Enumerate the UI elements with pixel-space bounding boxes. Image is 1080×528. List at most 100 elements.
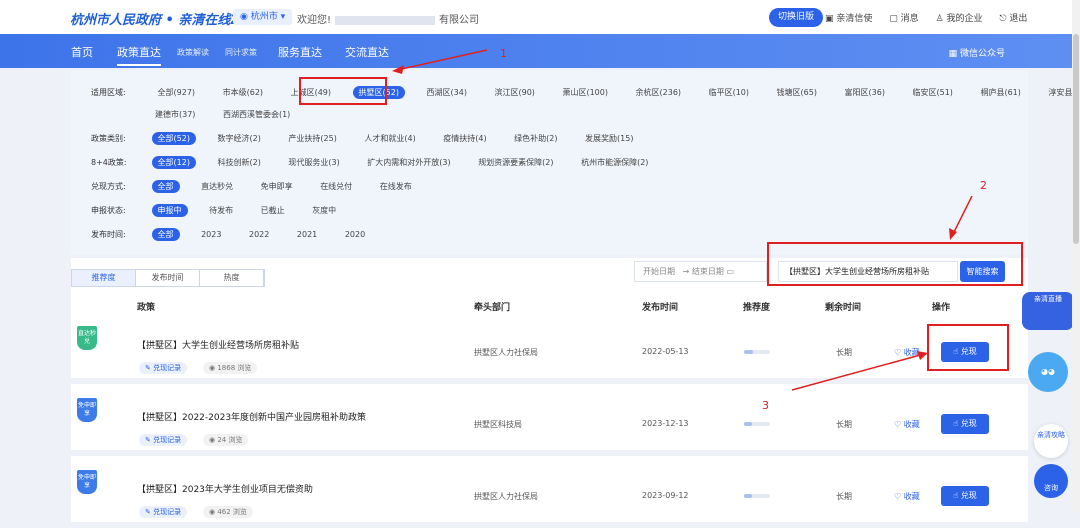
policy84-option-selected[interactable]: 全部(12)	[151, 156, 196, 169]
table-row: 免申即享 【拱墅区】2023年大学生创业项目无偿资助 ✎ 兑现记录 ◉ 462 …	[71, 464, 1028, 528]
wechat-account-link[interactable]: ▦ 微信公众号	[949, 46, 1005, 59]
message-link[interactable]: ▢ 消息	[889, 14, 918, 24]
region-label: 适用区域:	[91, 88, 126, 97]
region-option[interactable]: 临安区(51)	[906, 86, 958, 99]
method-option[interactable]: 在线兑付	[314, 180, 358, 193]
favorite-button[interactable]: ♡ 收藏	[894, 491, 920, 502]
time-label: 发布时间:	[91, 230, 126, 239]
start-date[interactable]: 开始日期	[643, 267, 675, 276]
status-option[interactable]: 灰度中	[306, 204, 342, 217]
category-option[interactable]: 发展奖励(15)	[579, 132, 639, 145]
robot-assistant-icon[interactable]: ◕◕	[1028, 352, 1068, 392]
city-selector[interactable]: ◉ 杭州市 ▾	[233, 9, 293, 25]
region-option[interactable]: 建德市(37)	[149, 108, 201, 121]
views-chip: ◉ 462 浏览	[203, 506, 253, 518]
policy84-filter: 8+4政策: 全部(12) 科技创新(2) 现代服务业(3) 扩大内需和对外开放…	[91, 156, 667, 169]
annotation-box-1	[299, 77, 387, 105]
region-option[interactable]: 桐庐县(61)	[974, 86, 1026, 99]
record-chip[interactable]: ✎ 兑现记录	[139, 506, 188, 518]
redacted-name	[335, 15, 436, 25]
switch-old-version-button[interactable]: 切换旧版	[769, 8, 824, 27]
record-chip[interactable]: ✎ 兑现记录	[139, 434, 188, 446]
policy-title[interactable]: 【拱墅区】2022-2023年度创新中国产业园房租补助政策	[137, 410, 366, 423]
region-option[interactable]: 西湖西溪管委会(1)	[217, 108, 296, 121]
remain-cell: 长期	[836, 492, 852, 501]
region-option[interactable]: 滨江区(90)	[488, 86, 540, 99]
redeem-button[interactable]: ☝ 兑现	[941, 414, 989, 434]
messenger-link[interactable]: ▣ 亲清信使	[825, 14, 872, 24]
nav-service-direct[interactable]: 服务直达	[278, 44, 322, 60]
tab-popularity[interactable]: 热度	[200, 270, 264, 286]
recommend-fill	[744, 422, 752, 426]
logout-link[interactable]: ⎋ 退出	[999, 14, 1027, 24]
tab-recommend[interactable]: 推荐度	[72, 270, 136, 286]
end-date[interactable]: 结束日期	[692, 267, 724, 276]
region-option[interactable]: 西湖区(34)	[421, 86, 473, 99]
policy84-option[interactable]: 科技创新(2)	[212, 156, 267, 169]
region-filter-row2: 建德市(37) 西湖西溪管委会(1)	[149, 108, 309, 121]
category-option[interactable]: 人才和就业(4)	[358, 132, 421, 145]
category-label: 政策类别:	[91, 134, 126, 143]
live-stream-widget[interactable]: 亲清直播	[1022, 292, 1074, 330]
status-option[interactable]: 已截止	[255, 204, 291, 217]
nav-policy-request[interactable]: 同计求策	[225, 47, 257, 58]
scrollbar[interactable]	[1072, 0, 1080, 512]
region-option[interactable]: 富阳区(36)	[839, 86, 891, 99]
nav-policy-interpretation[interactable]: 政策解读	[177, 47, 209, 58]
method-option-selected[interactable]: 全部	[151, 180, 180, 193]
region-option[interactable]: 萧山区(100)	[556, 86, 614, 99]
status-option-selected[interactable]: 申报中	[151, 204, 188, 217]
region-option[interactable]: 钱塘区(65)	[771, 86, 823, 99]
heart-icon: ♡	[894, 420, 902, 429]
col-remaining: 剩余时间	[825, 303, 862, 313]
time-option[interactable]: 2022	[243, 229, 275, 240]
category-option[interactable]: 产业扶持(25)	[282, 132, 342, 145]
scrollbar-thumb[interactable]	[1073, 34, 1079, 244]
category-option[interactable]: 疫情扶持(4)	[437, 132, 492, 145]
category-option[interactable]: 绿色补助(2)	[508, 132, 563, 145]
tab-publish-time[interactable]: 发布时间	[136, 270, 200, 286]
ask-widget[interactable]: 咨询	[1034, 464, 1068, 498]
col-policy: 政策	[137, 303, 156, 313]
region-option[interactable]: 全部(927)	[152, 86, 202, 99]
main-nav: 首页 政策直达 政策解读 同计求策 服务直达 交流直达 ▦ 微信公众号	[0, 34, 1080, 68]
region-option[interactable]: 市本级(62)	[217, 86, 269, 99]
guide-widget[interactable]: 亲清攻略	[1034, 424, 1068, 458]
policy84-option[interactable]: 规划资源要素保障(2)	[472, 156, 559, 169]
heart-icon: ♡	[894, 492, 902, 501]
method-option[interactable]: 免申即享	[255, 180, 299, 193]
policy84-option[interactable]: 扩大内需和对外开放(3)	[361, 156, 456, 169]
table-header: 政策 牵头部门 发布时间 推荐度 剩余时间 操作	[71, 296, 1028, 316]
region-option[interactable]: 临平区(10)	[703, 86, 755, 99]
my-company-link[interactable]: ♙ 我的企业	[936, 14, 983, 24]
time-option[interactable]: 2020	[339, 229, 371, 240]
annotation-box-3	[927, 324, 1009, 371]
method-option[interactable]: 在线发布	[374, 180, 418, 193]
record-chip[interactable]: ✎ 兑现记录	[139, 362, 188, 374]
nav-exchange-direct[interactable]: 交流直达	[345, 44, 389, 60]
nav-policy-direct[interactable]: 政策直达	[117, 44, 161, 66]
date-range-picker[interactable]: 开始日期 → 结束日期 ▭	[634, 261, 767, 282]
category-option-selected[interactable]: 全部(52)	[151, 132, 196, 145]
region-filter: 适用区域: 全部(927) 市本级(62) 上城区(49) 拱墅区(52) 西湖…	[91, 86, 1080, 99]
annotation-number: 1	[500, 47, 507, 60]
table-row: 直达秒兑 【拱墅区】大学生创业经营场所房租补贴 ✎ 兑现记录 ◉ 1868 浏览…	[71, 320, 1028, 384]
time-option[interactable]: 2021	[291, 229, 323, 240]
policy84-option[interactable]: 现代服务业(3)	[282, 156, 345, 169]
time-option[interactable]: 2023	[195, 229, 227, 240]
brand-logo[interactable]: 杭州市人民政府 • 亲清在线2.0	[70, 9, 253, 28]
remain-cell: 长期	[836, 348, 852, 357]
region-option[interactable]: 余杭区(236)	[630, 86, 688, 99]
favorite-button[interactable]: ♡ 收藏	[894, 419, 920, 430]
policy-title[interactable]: 【拱墅区】大学生创业经营场所房租补贴	[137, 338, 299, 351]
redeem-button[interactable]: ☝ 兑现	[941, 486, 989, 506]
category-option[interactable]: 数字经济(2)	[212, 132, 267, 145]
nav-home[interactable]: 首页	[71, 44, 93, 60]
status-option[interactable]: 待发布	[203, 204, 239, 217]
filter-panel: 适用区域: 全部(927) 市本级(62) 上城区(49) 拱墅区(52) 西湖…	[71, 70, 1080, 255]
time-option-selected[interactable]: 全部	[151, 228, 180, 241]
policy-title[interactable]: 【拱墅区】2023年大学生创业项目无偿资助	[137, 482, 313, 495]
policy84-option[interactable]: 杭州市能源保障(2)	[575, 156, 654, 169]
favorite-button[interactable]: ♡ 收藏	[894, 347, 920, 358]
method-option[interactable]: 直达秒兑	[195, 180, 239, 193]
